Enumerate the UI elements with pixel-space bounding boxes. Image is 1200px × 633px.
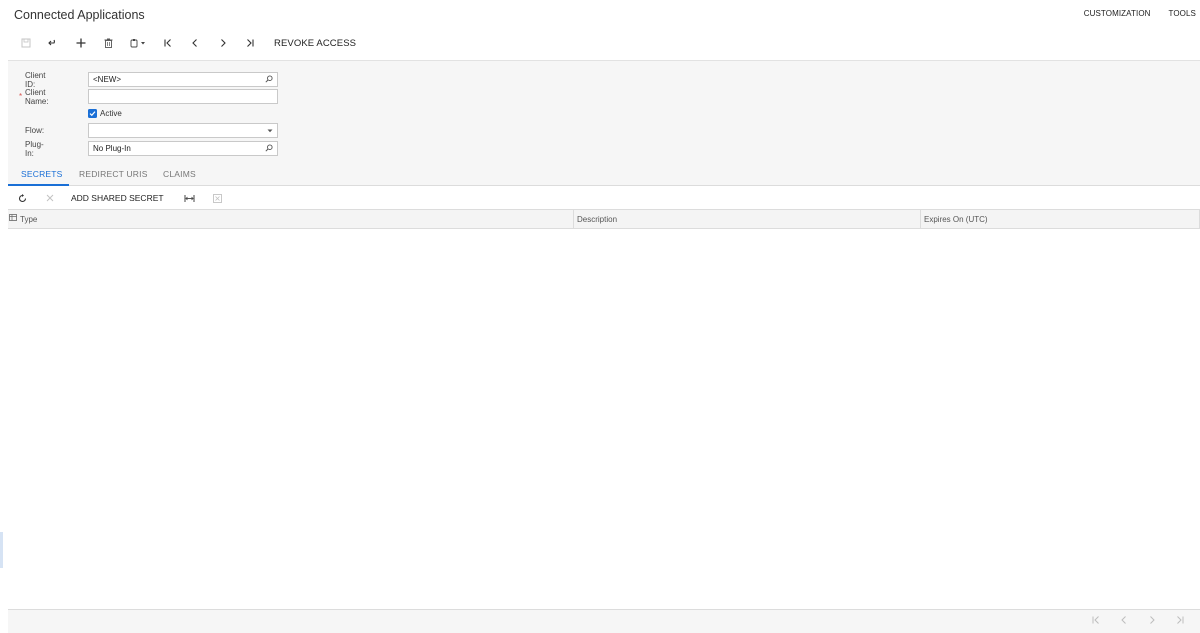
undo-icon	[47, 39, 55, 46]
next-page-button[interactable]	[1138, 615, 1166, 628]
last-record-button[interactable]	[237, 35, 265, 51]
tab-claims[interactable]: CLAIMS	[163, 169, 196, 179]
top-links: CUSTOMIZATION TOOLS	[1084, 9, 1196, 18]
add-icon	[76, 38, 86, 48]
first-record-icon	[164, 39, 171, 47]
column-expires-label: Expires On (UTC)	[924, 215, 988, 224]
first-record-button[interactable]	[154, 35, 182, 51]
page-title: Connected Applications	[14, 8, 145, 22]
previous-page-icon	[1121, 616, 1126, 624]
column-settings-icon[interactable]	[9, 214, 17, 223]
column-header-expires-on[interactable]: Expires On (UTC)	[921, 210, 1200, 229]
revoke-access-button[interactable]: REVOKE ACCESS	[274, 38, 356, 49]
column-header-description[interactable]: Description	[574, 210, 921, 229]
grid-header: Type Description Expires On (UTC)	[8, 210, 1200, 229]
delete-row-button[interactable]	[36, 194, 64, 202]
excel-icon	[213, 193, 223, 203]
plugin-label: Plug-In:	[25, 139, 44, 158]
secrets-grid: Type Description Expires On (UTC)	[8, 209, 1200, 609]
refresh-icon	[18, 193, 26, 202]
undo-button[interactable]	[40, 35, 68, 51]
sidebar-edge	[0, 532, 3, 568]
required-mark: *	[19, 92, 23, 101]
client-name-label: Client Name:	[25, 87, 49, 106]
delete-button[interactable]	[95, 35, 123, 51]
client-name-field[interactable]	[88, 89, 278, 104]
grid-footer	[8, 609, 1200, 633]
tools-link[interactable]: TOOLS	[1169, 9, 1196, 18]
grid-toolbar: ADD SHARED SECRET	[8, 187, 1200, 209]
active-tab-indicator	[8, 184, 69, 186]
search-icon[interactable]	[265, 74, 273, 85]
active-checkbox-row[interactable]: Active	[88, 109, 122, 118]
add-shared-secret-button[interactable]: ADD SHARED SECRET	[71, 193, 164, 203]
delete-icon	[104, 38, 113, 48]
title-bar: Connected Applications CUSTOMIZATION TOO…	[0, 0, 1200, 60]
flow-label: Flow:	[25, 126, 45, 135]
fit-to-screen-button[interactable]	[176, 194, 204, 203]
refresh-button[interactable]	[8, 193, 36, 203]
previous-page-button[interactable]	[1110, 615, 1138, 628]
copy-paste-button[interactable]	[122, 35, 154, 51]
close-icon	[46, 194, 54, 202]
client-id-field[interactable]: <NEW>	[88, 72, 278, 87]
column-type-label: Type	[20, 215, 38, 224]
pager	[1082, 615, 1194, 628]
add-button[interactable]	[67, 35, 95, 51]
plugin-field[interactable]: No Plug-In	[88, 141, 278, 156]
previous-record-icon	[192, 39, 198, 47]
save-button[interactable]	[12, 35, 40, 51]
client-id-label: Client ID:	[25, 70, 46, 89]
last-page-button[interactable]	[1166, 615, 1194, 628]
tab-secrets[interactable]: SECRETS	[21, 169, 63, 179]
fit-width-icon	[184, 194, 195, 202]
tab-bar: SECRETS REDIRECT URIS CLAIMS	[8, 165, 1200, 186]
customization-link[interactable]: CUSTOMIZATION	[1084, 9, 1151, 18]
first-page-button[interactable]	[1082, 615, 1110, 628]
active-checkbox[interactable]	[88, 109, 97, 118]
flow-select[interactable]	[88, 123, 278, 138]
search-icon[interactable]	[265, 143, 273, 154]
plugin-value: No Plug-In	[93, 144, 131, 153]
export-excel-button[interactable]	[204, 193, 232, 203]
next-page-icon	[1150, 616, 1155, 624]
next-record-icon	[220, 39, 226, 47]
previous-record-button[interactable]	[182, 35, 210, 51]
active-label: Active	[100, 109, 122, 118]
check-icon	[89, 111, 96, 117]
column-description-label: Description	[577, 215, 618, 224]
main-toolbar: REVOKE ACCESS	[12, 35, 356, 51]
chevron-down-icon[interactable]	[267, 126, 273, 135]
copy-paste-icon	[130, 39, 145, 48]
first-page-icon	[1092, 616, 1099, 624]
last-record-icon	[247, 39, 254, 47]
tab-redirect-uris[interactable]: REDIRECT URIS	[79, 169, 148, 179]
client-id-value: <NEW>	[93, 75, 122, 84]
save-icon	[21, 38, 31, 48]
column-header-type[interactable]: Type	[17, 210, 574, 229]
last-page-icon	[1177, 616, 1184, 624]
next-record-button[interactable]	[209, 35, 237, 51]
